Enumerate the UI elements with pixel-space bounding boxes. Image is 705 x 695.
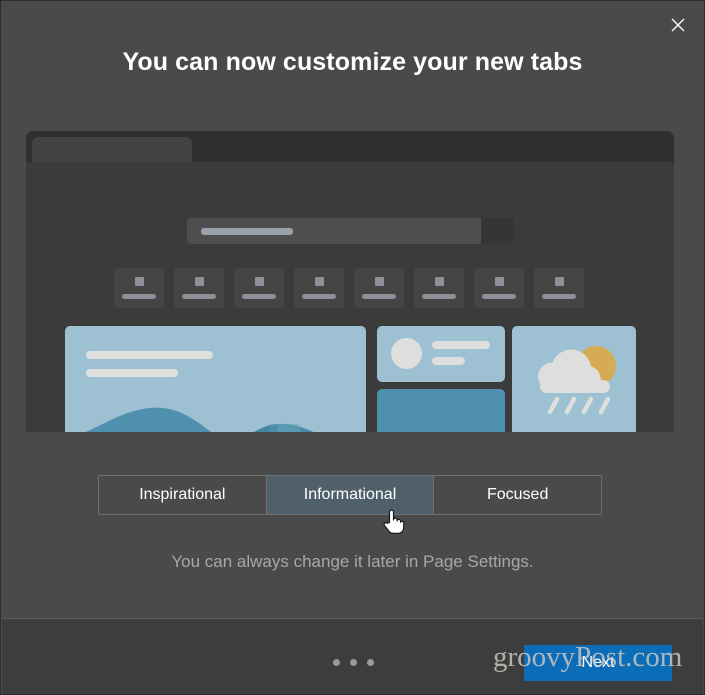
- theme-option-informational[interactable]: Informational: [266, 476, 435, 514]
- close-button[interactable]: [656, 7, 700, 43]
- preview-tab-strip: [26, 131, 674, 162]
- preview-tile: [534, 268, 584, 308]
- tile-label-bar: [242, 294, 276, 299]
- theme-option-inspirational[interactable]: Inspirational: [99, 476, 267, 514]
- profile-title-bar: [432, 341, 490, 349]
- dialog-footer: Next: [2, 619, 703, 694]
- theme-selector-group: Inspirational Informational Focused: [98, 475, 602, 515]
- preview-tile: [114, 268, 164, 308]
- preview-page-content: [26, 162, 674, 432]
- tile-icon: [435, 277, 444, 286]
- tile-icon: [195, 277, 204, 286]
- hero-headline-bar: [86, 351, 213, 359]
- preview-search-button: [481, 218, 514, 244]
- preview-tile: [234, 268, 284, 308]
- tile-icon: [135, 277, 144, 286]
- tile-icon: [255, 277, 264, 286]
- avatar: [391, 338, 422, 369]
- preview-tile: [354, 268, 404, 308]
- tile-label-bar: [182, 294, 216, 299]
- tile-label-bar: [122, 294, 156, 299]
- preview-tile: [174, 268, 224, 308]
- page-dot[interactable]: [367, 659, 374, 666]
- rain-cloud-sun-icon: [538, 346, 616, 415]
- hero-subline-bar: [86, 369, 178, 377]
- preview-hero-card: [65, 326, 366, 432]
- tile-label-bar: [542, 294, 576, 299]
- preview-search-box: [187, 218, 514, 244]
- page-indicator-dots: [333, 659, 374, 666]
- profile-subtitle-bar: [432, 357, 465, 365]
- preview-tile: [414, 268, 464, 308]
- onboarding-dialog: You can now customize your new tabs Insp…: [0, 0, 705, 695]
- preview-weather-card: [512, 326, 636, 432]
- tile-icon: [315, 277, 324, 286]
- theme-option-focused[interactable]: Focused: [434, 476, 601, 514]
- preview-quick-link-tiles: [114, 268, 588, 308]
- next-button[interactable]: Next: [524, 645, 672, 681]
- helper-text: You can always change it later in Page S…: [171, 552, 534, 571]
- mountain-illustration-icon: [85, 407, 314, 432]
- preview-block-card: [377, 389, 505, 432]
- page-title: You can now customize your new tabs: [122, 48, 583, 76]
- tile-label-bar: [482, 294, 516, 299]
- preview-card-grid: [65, 326, 636, 432]
- preview-browser-window: [26, 131, 674, 432]
- new-tab-preview: [1, 131, 705, 432]
- tile-icon: [555, 277, 564, 286]
- tile-icon: [375, 277, 384, 286]
- tile-label-bar: [362, 294, 396, 299]
- tile-label-bar: [302, 294, 336, 299]
- tile-icon: [495, 277, 504, 286]
- preview-tile: [294, 268, 344, 308]
- preview-browser-tab: [32, 137, 192, 162]
- preview-profile-card: [377, 326, 505, 382]
- tile-label-bar: [422, 294, 456, 299]
- close-icon: [671, 18, 685, 32]
- preview-search-placeholder-bar: [201, 228, 293, 235]
- preview-tile: [474, 268, 524, 308]
- page-dot[interactable]: [350, 659, 357, 666]
- page-dot[interactable]: [333, 659, 340, 666]
